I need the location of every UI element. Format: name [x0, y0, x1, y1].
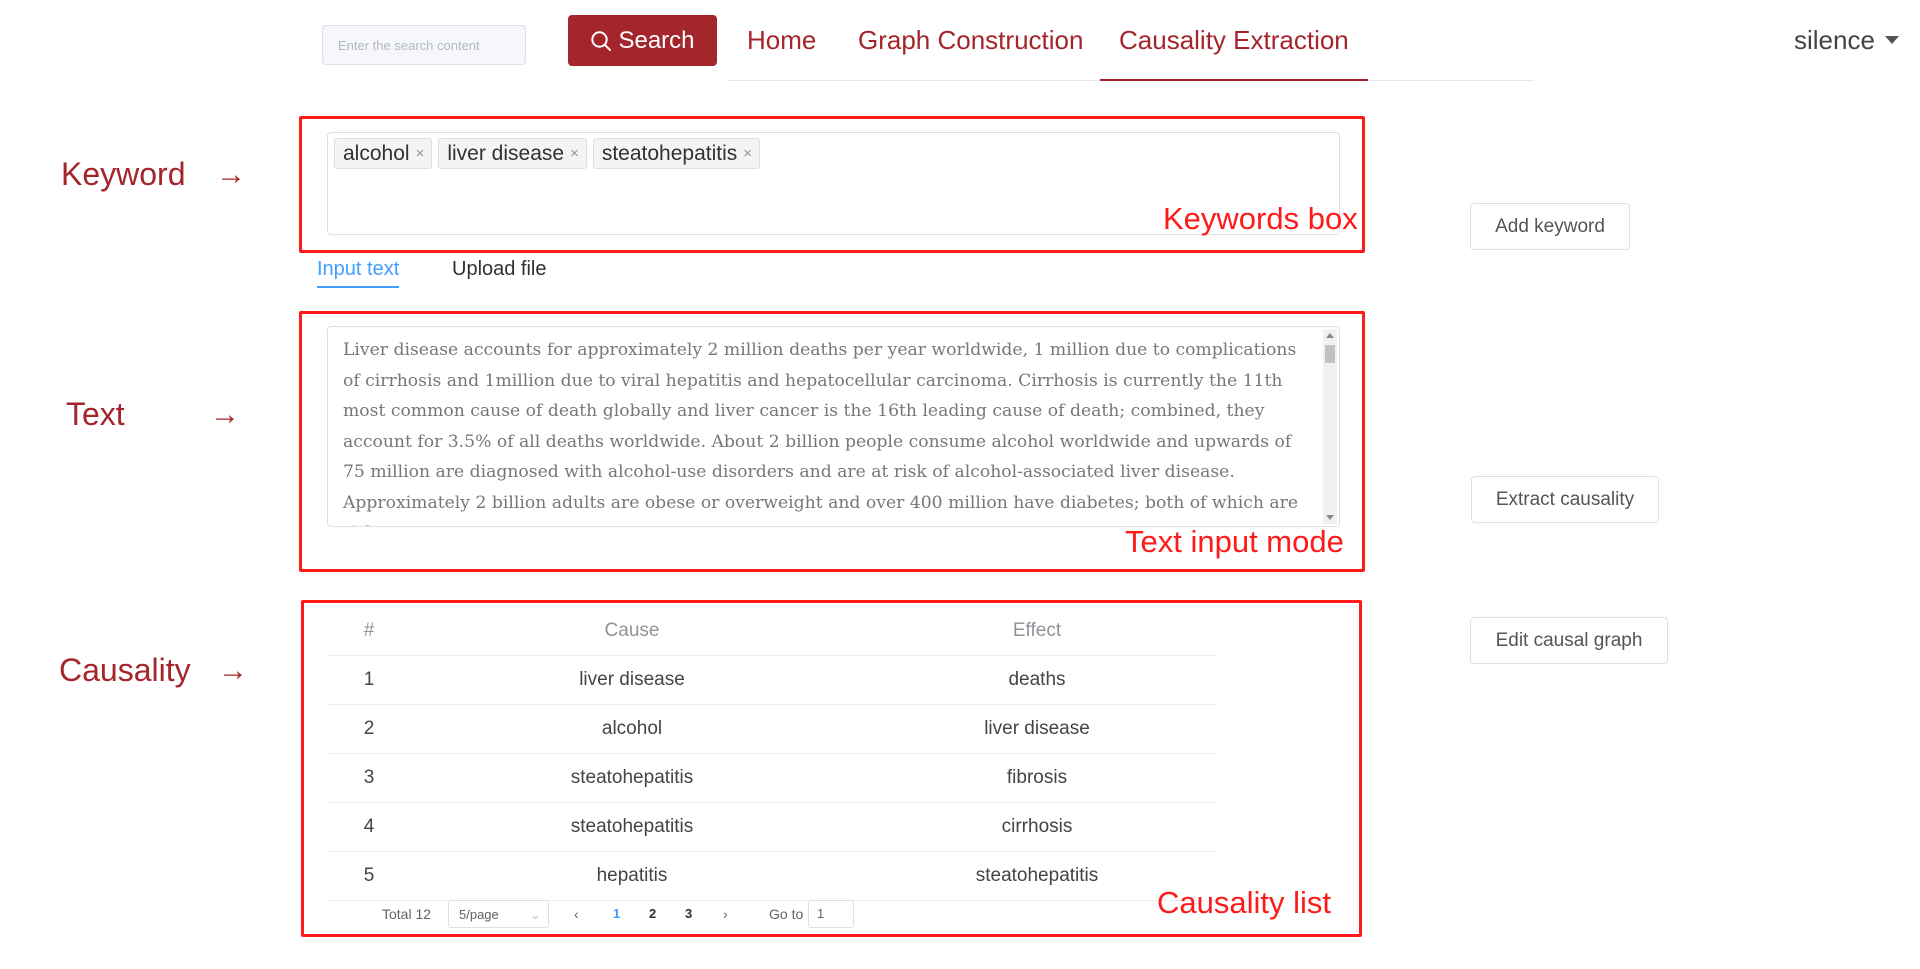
tab-upload-file[interactable]: Upload file — [452, 258, 547, 281]
caret-down-icon — [1884, 36, 1899, 44]
main-nav: Home Graph Construction Causality Extrac… — [728, 0, 1534, 81]
tab-input-text[interactable]: Input text — [317, 258, 400, 288]
causality-list-caption: Causality list — [1157, 885, 1331, 920]
search-icon — [591, 30, 612, 51]
user-menu[interactable]: silence — [1794, 22, 1899, 58]
keyword-arrow-icon: → — [216, 158, 246, 191]
search-input[interactable] — [322, 25, 526, 65]
causality-arrow-icon: → — [218, 654, 248, 687]
nav-home[interactable]: Home — [747, 0, 816, 81]
nav-causality-extraction[interactable]: Causality Extraction — [1100, 0, 1368, 81]
text-label: Text — [66, 396, 125, 432]
nav-graph-construction[interactable]: Graph Construction — [858, 0, 1083, 81]
edit-causal-graph-button[interactable]: Edit causal graph — [1470, 617, 1668, 664]
keywords-box-caption: Keywords box — [1163, 201, 1358, 236]
search-button[interactable]: Search — [568, 15, 717, 66]
add-keyword-button[interactable]: Add keyword — [1470, 203, 1630, 250]
user-name: silence — [1794, 24, 1875, 55]
text-arrow-icon: → — [210, 398, 240, 431]
search-button-label: Search — [618, 26, 695, 54]
text-input-mode-caption: Text input mode — [1125, 524, 1344, 559]
causality-label: Causality — [59, 652, 191, 688]
keyword-label: Keyword — [61, 156, 186, 192]
extract-causality-button[interactable]: Extract causality — [1471, 476, 1659, 523]
